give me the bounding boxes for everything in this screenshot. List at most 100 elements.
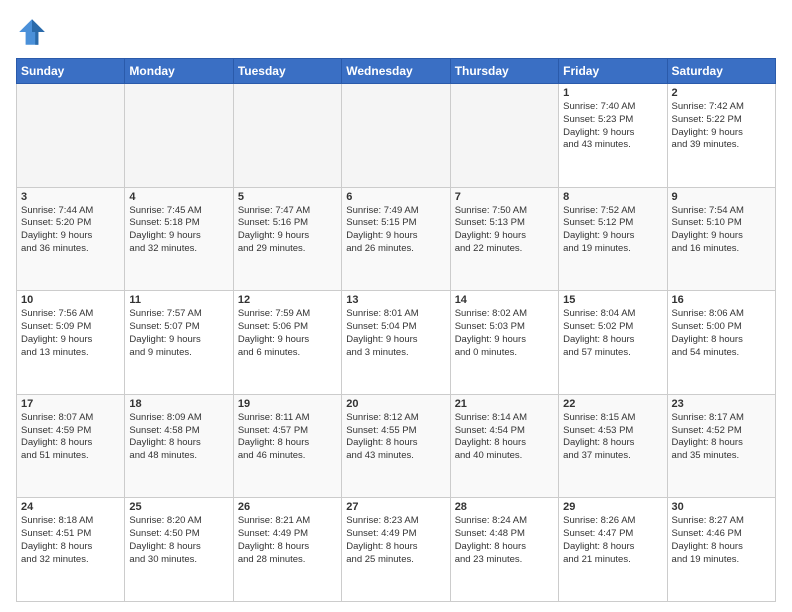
day-info: Sunrise: 7:56 AM Sunset: 5:09 PM Dayligh… bbox=[21, 308, 120, 359]
day-cell: 19Sunrise: 8:11 AM Sunset: 4:57 PM Dayli… bbox=[233, 394, 341, 498]
day-cell: 12Sunrise: 7:59 AM Sunset: 5:06 PM Dayli… bbox=[233, 291, 341, 395]
day-number: 9 bbox=[672, 191, 771, 203]
day-info: Sunrise: 7:47 AM Sunset: 5:16 PM Dayligh… bbox=[238, 205, 337, 256]
day-cell bbox=[17, 84, 125, 188]
day-cell: 14 Sunrise: 8:02 AM Sunset: 5:03 PM Dayli… bbox=[450, 291, 558, 395]
day-cell: 22Sunrise: 8:15 AM Sunset: 4:53 PM Dayli… bbox=[559, 394, 667, 498]
day-cell bbox=[125, 84, 233, 188]
day-number: 20 bbox=[346, 398, 445, 410]
day-info: Sunrise: 8:01 AM Sunset: 5:04 PM Dayligh… bbox=[346, 308, 445, 359]
header bbox=[16, 16, 776, 48]
logo bbox=[16, 16, 52, 48]
day-cell bbox=[450, 84, 558, 188]
day-number: 19 bbox=[238, 398, 337, 410]
week-row-5: 24Sunrise: 8:18 AM Sunset: 4:51 PM Dayli… bbox=[17, 498, 776, 602]
week-row-1: 1 Sunrise: 7:40 AM Sunset: 5:23 PM Daylig… bbox=[17, 84, 776, 188]
day-info: Sunrise: 7:40 AM Sunset: 5:23 PM Dayligh… bbox=[563, 101, 662, 152]
day-cell: 25 Sunrise: 8:20 AM Sunset: 4:50 PM Dayli… bbox=[125, 498, 233, 602]
day-cell: 17Sunrise: 8:07 AM Sunset: 4:59 PM Dayli… bbox=[17, 394, 125, 498]
day-number: 8 bbox=[563, 191, 662, 203]
day-cell: 20 Sunrise: 8:12 AM Sunset: 4:55 PM Dayli… bbox=[342, 394, 450, 498]
col-header-sunday: Sunday bbox=[17, 59, 125, 84]
day-cell: 2 Sunrise: 7:42 AM Sunset: 5:22 PM Daylig… bbox=[667, 84, 775, 188]
day-info: Sunrise: 8:02 AM Sunset: 5:03 PM Dayligh… bbox=[455, 308, 554, 359]
day-cell: 11 Sunrise: 7:57 AM Sunset: 5:07 PM Dayli… bbox=[125, 291, 233, 395]
day-cell: 15 Sunrise: 8:04 AM Sunset: 5:02 PM Dayli… bbox=[559, 291, 667, 395]
day-cell bbox=[342, 84, 450, 188]
day-number: 18 bbox=[129, 398, 228, 410]
col-header-wednesday: Wednesday bbox=[342, 59, 450, 84]
col-header-tuesday: Tuesday bbox=[233, 59, 341, 84]
day-cell: 9 Sunrise: 7:54 AM Sunset: 5:10 PM Daylig… bbox=[667, 187, 775, 291]
week-row-4: 17Sunrise: 8:07 AM Sunset: 4:59 PM Dayli… bbox=[17, 394, 776, 498]
day-cell: 23 Sunrise: 8:17 AM Sunset: 4:52 PM Dayli… bbox=[667, 394, 775, 498]
day-cell: 7Sunrise: 7:50 AM Sunset: 5:13 PM Daylig… bbox=[450, 187, 558, 291]
day-number: 14 bbox=[455, 294, 554, 306]
day-info: Sunrise: 7:42 AM Sunset: 5:22 PM Dayligh… bbox=[672, 101, 771, 152]
day-number: 12 bbox=[238, 294, 337, 306]
day-cell: 10 Sunrise: 7:56 AM Sunset: 5:09 PM Dayli… bbox=[17, 291, 125, 395]
day-info: Sunrise: 8:14 AM Sunset: 4:54 PM Dayligh… bbox=[455, 412, 554, 463]
day-info: Sunrise: 8:09 AM Sunset: 4:58 PM Dayligh… bbox=[129, 412, 228, 463]
day-cell: 4 Sunrise: 7:45 AM Sunset: 5:18 PM Daylig… bbox=[125, 187, 233, 291]
day-number: 3 bbox=[21, 191, 120, 203]
col-header-thursday: Thursday bbox=[450, 59, 558, 84]
day-number: 2 bbox=[672, 87, 771, 99]
day-info: Sunrise: 8:27 AM Sunset: 4:46 PM Dayligh… bbox=[672, 515, 771, 566]
logo-icon bbox=[16, 16, 48, 48]
day-info: Sunrise: 8:12 AM Sunset: 4:55 PM Dayligh… bbox=[346, 412, 445, 463]
day-info: Sunrise: 8:17 AM Sunset: 4:52 PM Dayligh… bbox=[672, 412, 771, 463]
day-info: Sunrise: 8:23 AM Sunset: 4:49 PM Dayligh… bbox=[346, 515, 445, 566]
day-number: 16 bbox=[672, 294, 771, 306]
col-header-friday: Friday bbox=[559, 59, 667, 84]
day-info: Sunrise: 7:52 AM Sunset: 5:12 PM Dayligh… bbox=[563, 205, 662, 256]
day-info: Sunrise: 8:26 AM Sunset: 4:47 PM Dayligh… bbox=[563, 515, 662, 566]
day-cell: 29 Sunrise: 8:26 AM Sunset: 4:47 PM Dayli… bbox=[559, 498, 667, 602]
col-header-monday: Monday bbox=[125, 59, 233, 84]
day-number: 22 bbox=[563, 398, 662, 410]
day-cell: 21 Sunrise: 8:14 AM Sunset: 4:54 PM Dayli… bbox=[450, 394, 558, 498]
day-info: Sunrise: 8:20 AM Sunset: 4:50 PM Dayligh… bbox=[129, 515, 228, 566]
day-info: Sunrise: 7:45 AM Sunset: 5:18 PM Dayligh… bbox=[129, 205, 228, 256]
day-number: 23 bbox=[672, 398, 771, 410]
day-info: Sunrise: 8:18 AM Sunset: 4:51 PM Dayligh… bbox=[21, 515, 120, 566]
day-info: Sunrise: 7:54 AM Sunset: 5:10 PM Dayligh… bbox=[672, 205, 771, 256]
day-number: 1 bbox=[563, 87, 662, 99]
day-number: 11 bbox=[129, 294, 228, 306]
day-info: Sunrise: 8:21 AM Sunset: 4:49 PM Dayligh… bbox=[238, 515, 337, 566]
day-number: 27 bbox=[346, 501, 445, 513]
day-cell: 5 Sunrise: 7:47 AM Sunset: 5:16 PM Daylig… bbox=[233, 187, 341, 291]
day-number: 26 bbox=[238, 501, 337, 513]
page: SundayMondayTuesdayWednesdayThursdayFrid… bbox=[0, 0, 792, 612]
day-cell: 3 Sunrise: 7:44 AM Sunset: 5:20 PM Daylig… bbox=[17, 187, 125, 291]
day-cell bbox=[233, 84, 341, 188]
day-number: 29 bbox=[563, 501, 662, 513]
day-cell: 30 Sunrise: 8:27 AM Sunset: 4:46 PM Dayli… bbox=[667, 498, 775, 602]
day-info: Sunrise: 7:57 AM Sunset: 5:07 PM Dayligh… bbox=[129, 308, 228, 359]
day-number: 15 bbox=[563, 294, 662, 306]
day-number: 17 bbox=[21, 398, 120, 410]
day-number: 30 bbox=[672, 501, 771, 513]
day-cell: 24Sunrise: 8:18 AM Sunset: 4:51 PM Dayli… bbox=[17, 498, 125, 602]
day-info: Sunrise: 7:44 AM Sunset: 5:20 PM Dayligh… bbox=[21, 205, 120, 256]
day-cell: 28Sunrise: 8:24 AM Sunset: 4:48 PM Dayli… bbox=[450, 498, 558, 602]
day-number: 21 bbox=[455, 398, 554, 410]
day-info: Sunrise: 8:04 AM Sunset: 5:02 PM Dayligh… bbox=[563, 308, 662, 359]
day-cell: 6Sunrise: 7:49 AM Sunset: 5:15 PM Daylig… bbox=[342, 187, 450, 291]
day-cell: 16 Sunrise: 8:06 AM Sunset: 5:00 PM Dayli… bbox=[667, 291, 775, 395]
day-cell: 13 Sunrise: 8:01 AM Sunset: 5:04 PM Dayli… bbox=[342, 291, 450, 395]
day-number: 25 bbox=[129, 501, 228, 513]
day-number: 28 bbox=[455, 501, 554, 513]
day-info: Sunrise: 7:50 AM Sunset: 5:13 PM Dayligh… bbox=[455, 205, 554, 256]
day-cell: 27 Sunrise: 8:23 AM Sunset: 4:49 PM Dayli… bbox=[342, 498, 450, 602]
day-cell: 1 Sunrise: 7:40 AM Sunset: 5:23 PM Daylig… bbox=[559, 84, 667, 188]
day-info: Sunrise: 8:06 AM Sunset: 5:00 PM Dayligh… bbox=[672, 308, 771, 359]
day-number: 4 bbox=[129, 191, 228, 203]
day-number: 5 bbox=[238, 191, 337, 203]
week-row-2: 3 Sunrise: 7:44 AM Sunset: 5:20 PM Daylig… bbox=[17, 187, 776, 291]
day-info: Sunrise: 7:49 AM Sunset: 5:15 PM Dayligh… bbox=[346, 205, 445, 256]
day-number: 10 bbox=[21, 294, 120, 306]
day-number: 13 bbox=[346, 294, 445, 306]
col-header-saturday: Saturday bbox=[667, 59, 775, 84]
calendar: SundayMondayTuesdayWednesdayThursdayFrid… bbox=[16, 58, 776, 602]
